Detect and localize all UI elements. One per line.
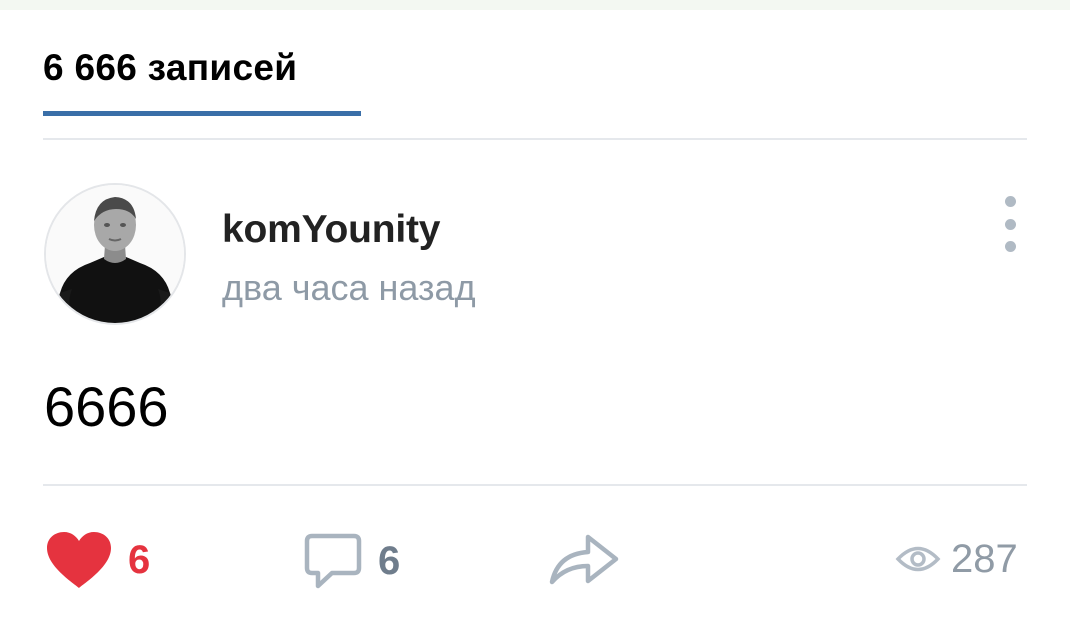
divider (43, 138, 1027, 140)
eye-icon (895, 546, 941, 572)
post-timestamp: два часа назад (222, 267, 476, 308)
comment-button[interactable]: 6 (302, 530, 400, 592)
like-count: 6 (128, 537, 151, 582)
posts-count-tab[interactable]: 6 666 записей (43, 44, 297, 92)
comment-icon (304, 533, 362, 589)
tab-active-indicator (43, 111, 361, 116)
avatar[interactable] (44, 183, 186, 325)
share-button[interactable] (548, 532, 620, 586)
comment-count: 6 (378, 538, 401, 583)
top-strip (0, 0, 1070, 10)
share-arrow-icon (549, 534, 619, 585)
post-text: 6666 (44, 375, 169, 438)
menu-dot (1004, 196, 1016, 207)
person-photo (46, 185, 184, 323)
like-button[interactable]: 6 (44, 530, 150, 590)
heart-icon (47, 532, 111, 588)
author-name[interactable]: komYounity (222, 207, 440, 253)
views-counter: 287 (895, 534, 1018, 584)
divider (43, 484, 1027, 486)
menu-dot (1004, 241, 1016, 252)
views-count: 287 (951, 536, 1018, 581)
more-vertical-icon[interactable] (992, 196, 1028, 252)
menu-dot (1004, 218, 1016, 230)
